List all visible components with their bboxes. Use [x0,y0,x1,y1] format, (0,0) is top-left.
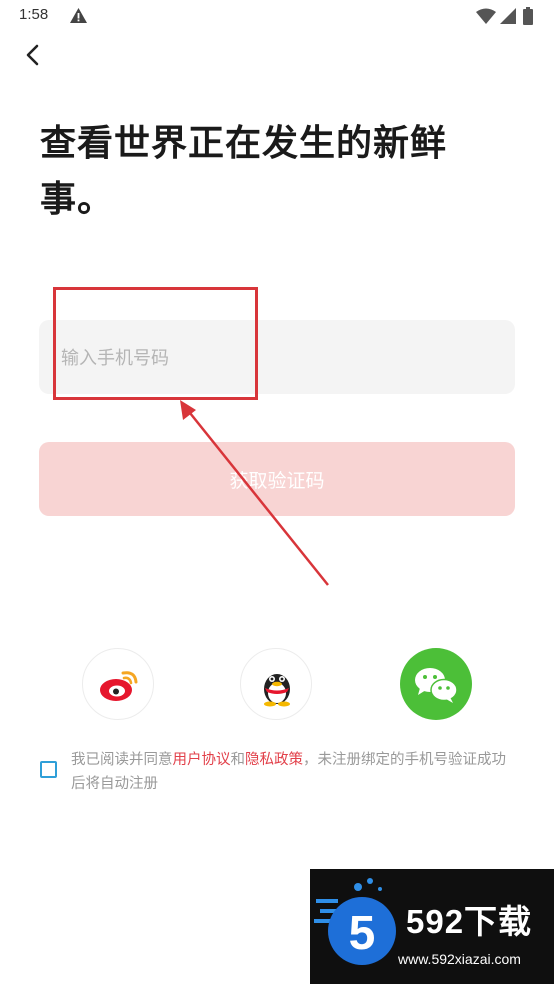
agreement-text: 我已阅读并同意用户协议和隐私政策，未注册绑定的手机号验证成功后将自动注册 [71,748,511,796]
status-time: 1:58 [19,6,49,23]
watermark-brand: 592下载 [406,903,533,940]
weibo-icon [100,671,138,701]
agreement-prefix: 我已阅读并同意 [71,752,173,768]
signal-icon [500,8,516,24]
qq-icon [264,674,290,707]
status-bar: 1:58 [0,0,554,34]
page-title: 查看世界正在发生的新鲜事。 [40,123,448,220]
privacy-policy-link[interactable]: 隐私政策 [245,752,303,768]
annotation-highlight-box [53,287,258,400]
wifi-icon [476,8,496,24]
battery-icon [523,7,533,25]
wechat-login-button[interactable] [400,648,472,720]
warning-icon [70,8,87,23]
get-code-button[interactable]: 获取验证码 [39,442,515,516]
agreement-and: 和 [230,752,246,768]
watermark-logo-icon: 5 [314,878,396,965]
back-arrow-icon[interactable] [20,42,46,68]
watermark-url: www.592xiazai.com [398,951,521,967]
get-code-button-label: 获取验证码 [229,469,325,492]
qq-login-button[interactable] [240,648,312,720]
user-agreement-link[interactable]: 用户协议 [173,752,231,768]
agreement-checkbox[interactable] [40,761,57,778]
watermark: 5 592下载 www.592xiazai.com [310,869,554,984]
weibo-login-button[interactable] [82,648,154,720]
wechat-icon [415,668,458,703]
svg-text:5: 5 [349,907,376,960]
